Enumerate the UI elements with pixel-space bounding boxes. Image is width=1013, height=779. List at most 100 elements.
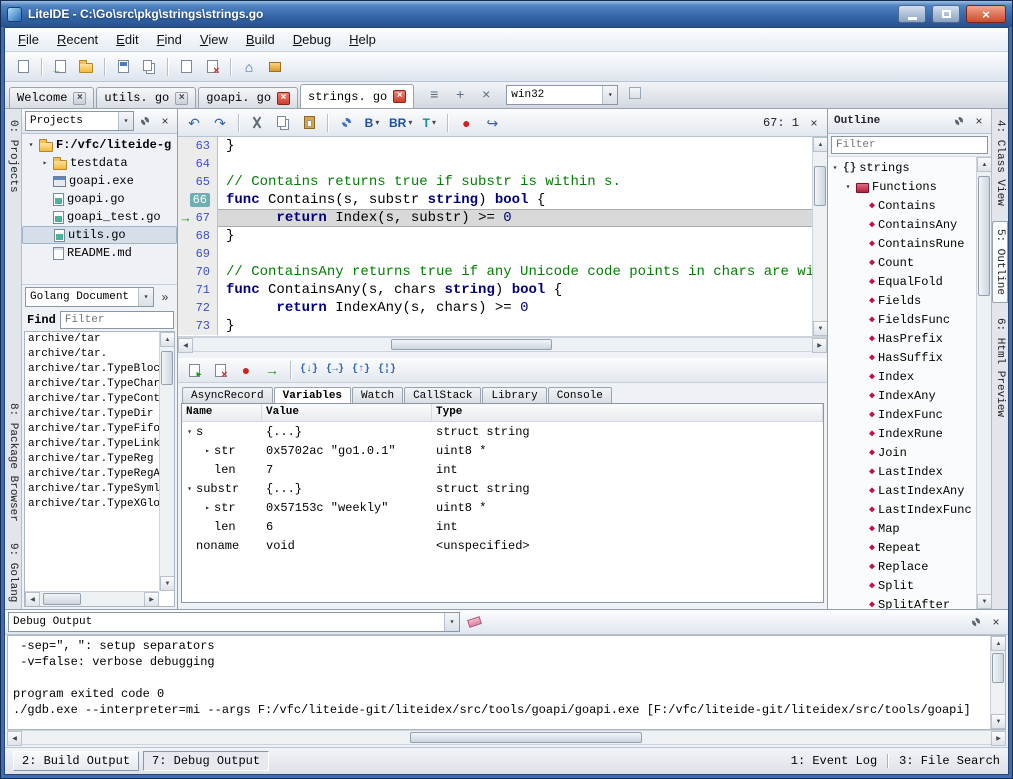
outline-item-map[interactable]: ◆Map: [828, 519, 976, 538]
save-file-button[interactable]: [111, 55, 135, 79]
build-button[interactable]: [334, 111, 358, 135]
variable-row[interactable]: ▸str0x5702ac "go1.0.1"uint8 *: [182, 441, 823, 460]
side-tab-6-html-preview[interactable]: 6: Html Preview: [993, 311, 1007, 424]
tab-utils-go[interactable]: utils. go×: [96, 87, 196, 108]
start-debug-button[interactable]: ●: [454, 111, 478, 135]
line-number-gutter[interactable]: 73: [178, 317, 218, 335]
close-window-button[interactable]: ×: [966, 5, 1006, 23]
line-number-gutter[interactable]: 72: [178, 299, 218, 317]
outline-item-contains[interactable]: ◆Contains: [828, 196, 976, 215]
cut-button[interactable]: [245, 111, 269, 135]
menu-item-file[interactable]: File: [9, 29, 48, 50]
outline-item-hasprefix[interactable]: ◆HasPrefix: [828, 329, 976, 348]
outline-item-indexrune[interactable]: ◆IndexRune: [828, 424, 976, 443]
outline-item-containsany[interactable]: ◆ContainsAny: [828, 215, 976, 234]
outline-item-indexany[interactable]: ◆IndexAny: [828, 386, 976, 405]
outline-close-button[interactable]: ×: [970, 112, 988, 130]
variable-row[interactable]: ▾s{...}struct string: [182, 422, 823, 441]
run-to-line-button[interactable]: {¦}: [375, 358, 399, 382]
line-number-gutter[interactable]: 69: [178, 245, 218, 263]
debug-tab-asyncrecord[interactable]: AsyncRecord: [182, 387, 273, 403]
outline-item-strings[interactable]: ▾{}strings: [828, 158, 976, 177]
insert-breakpoint-button[interactable]: [182, 358, 206, 382]
outline-item-indexfunc[interactable]: ◆IndexFunc: [828, 405, 976, 424]
statusbar-button-2-build-output[interactable]: 2: Build Output: [13, 751, 139, 771]
doc-list-horizontal-scrollbar[interactable]: ◀ ▶: [25, 591, 159, 606]
doc-list-item[interactable]: archive/tar.TypeBlock: [25, 362, 159, 377]
maximize-button[interactable]: [932, 5, 960, 23]
expander-icon[interactable]: ▸: [202, 446, 213, 456]
outline-item-hassuffix[interactable]: ◆HasSuffix: [828, 348, 976, 367]
scroll-thumb[interactable]: [410, 732, 643, 743]
code-editor[interactable]: 63}6465// Contains returns true if subst…: [178, 137, 827, 337]
line-number-gutter[interactable]: 63: [178, 137, 218, 155]
statusbar-button-7-debug-output[interactable]: 7: Debug Output: [143, 751, 269, 771]
outline-item-fieldsfunc[interactable]: ◆FieldsFunc: [828, 310, 976, 329]
variable-row[interactable]: len7int: [182, 460, 823, 479]
split-editor-button[interactable]: +: [448, 82, 472, 106]
step-out-button[interactable]: {↑}: [349, 358, 373, 382]
editor-close-button[interactable]: ×: [805, 114, 823, 132]
statusbar-label-3-file-search[interactable]: 3: File Search: [899, 754, 1000, 768]
clear-output-button[interactable]: [462, 610, 486, 634]
document-selector[interactable]: Golang Document ▾: [25, 287, 154, 307]
variable-row[interactable]: ▸str0x57153c "weekly"uint8 *: [182, 498, 823, 517]
minimize-button[interactable]: [898, 5, 926, 23]
scroll-down-button[interactable]: ▼: [813, 321, 827, 336]
scroll-right-button[interactable]: ▶: [812, 338, 827, 353]
export-button[interactable]: ↪: [480, 111, 504, 135]
scroll-right-button[interactable]: ▶: [991, 731, 1006, 746]
variable-row[interactable]: ▾substr{...}struct string: [182, 479, 823, 498]
tree-item-goapi-exe[interactable]: goapi.exe: [22, 172, 177, 190]
home-button[interactable]: ⌂: [237, 55, 261, 79]
find-filter-input[interactable]: [60, 311, 174, 329]
output-close-button[interactable]: ×: [987, 613, 1005, 631]
doc-list-item[interactable]: archive/tar.TypeXGlobalHeader: [25, 497, 159, 512]
scroll-thumb[interactable]: [391, 339, 552, 350]
scroll-left-button[interactable]: ◀: [178, 338, 193, 353]
side-tab-4-class-view[interactable]: 4: Class View: [993, 113, 1007, 213]
outline-item-containsrune[interactable]: ◆ContainsRune: [828, 234, 976, 253]
paste-button[interactable]: [297, 111, 321, 135]
doc-list-item[interactable]: archive/tar.TypeReg: [25, 452, 159, 467]
tree-item-goapi-go[interactable]: goapi.go: [22, 190, 177, 208]
outline-item-join[interactable]: ◆Join: [828, 443, 976, 462]
panel-selector[interactable]: Projects ▾: [25, 111, 134, 131]
remove-breakpoint-button[interactable]: [208, 358, 232, 382]
doc-list-item[interactable]: archive/tar.TypeSymlink: [25, 482, 159, 497]
tab-close-icon[interactable]: ×: [393, 90, 406, 103]
outline-vertical-scrollbar[interactable]: ▲ ▼: [976, 157, 991, 609]
copy-button[interactable]: [271, 111, 295, 135]
expander-icon[interactable]: ▾: [830, 163, 840, 173]
doc-list-item[interactable]: archive/tar: [25, 332, 159, 347]
scroll-down-button[interactable]: ▼: [977, 594, 991, 609]
step-over-button[interactable]: {↓}: [297, 358, 321, 382]
variable-row[interactable]: len6int: [182, 517, 823, 536]
outline-item-lastindexany[interactable]: ◆LastIndexAny: [828, 481, 976, 500]
target-selector[interactable]: win32 ▾: [506, 85, 618, 105]
step-into-button[interactable]: {→}: [323, 358, 347, 382]
build-run-menu-button[interactable]: BR▾: [386, 111, 415, 135]
stop-debug-button[interactable]: ●: [234, 358, 258, 382]
line-number-gutter[interactable]: →67: [178, 209, 218, 227]
tree-item-testdata[interactable]: ▸testdata: [22, 154, 177, 172]
projects-close-button[interactable]: ×: [156, 112, 174, 130]
tab-close-icon[interactable]: ×: [277, 92, 290, 105]
side-tab-0-projects[interactable]: 0: Projects: [6, 113, 20, 200]
tab-close-icon[interactable]: ×: [73, 92, 86, 105]
scroll-up-button[interactable]: ▲: [991, 636, 1006, 651]
statusbar-label-1-event-log[interactable]: 1: Event Log: [791, 754, 877, 768]
outline-item-splitafter[interactable]: ◆SplitAfter: [828, 595, 976, 609]
line-number-gutter[interactable]: 68: [178, 227, 218, 245]
scroll-up-button[interactable]: ▲: [813, 137, 827, 152]
debug-tab-callstack[interactable]: CallStack: [404, 387, 481, 403]
expander-icon[interactable]: ▾: [843, 182, 853, 192]
outline-item-split[interactable]: ◆Split: [828, 576, 976, 595]
build-menu-button[interactable]: B▾: [360, 111, 384, 135]
doc-list-vertical-scrollbar[interactable]: ▲ ▼: [159, 332, 174, 591]
doc-list-item[interactable]: archive/tar.TypeChar: [25, 377, 159, 392]
outline-item-lastindexfunc[interactable]: ◆LastIndexFunc: [828, 500, 976, 519]
outline-item-replace[interactable]: ◆Replace: [828, 557, 976, 576]
target-options-button[interactable]: [623, 81, 647, 105]
menu-item-view[interactable]: View: [191, 29, 237, 50]
